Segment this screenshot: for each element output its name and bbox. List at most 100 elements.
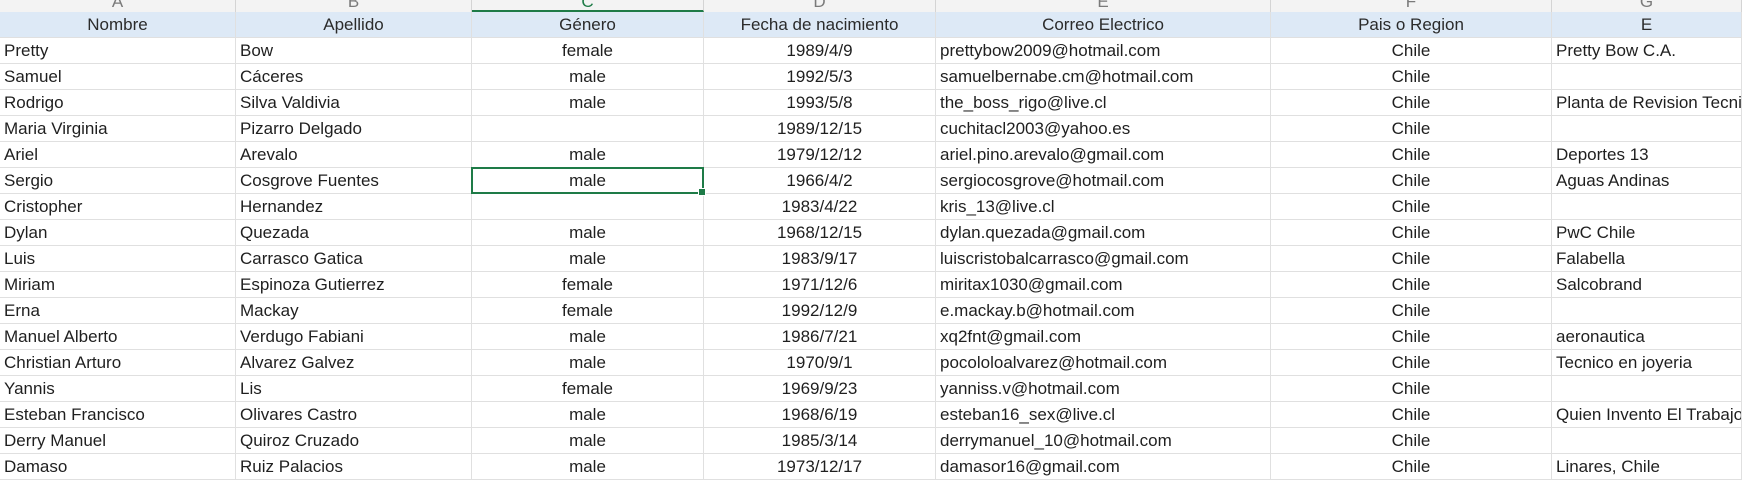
table-cell[interactable]: 1970/9/1 (704, 350, 936, 376)
table-cell[interactable]: sergiocosgrove@hotmail.com (936, 168, 1271, 194)
table-cell[interactable]: Pretty Bow C.A. (1552, 38, 1742, 64)
column-header-e[interactable]: E (936, 0, 1271, 12)
table-cell[interactable]: Chile (1271, 142, 1552, 168)
table-cell[interactable]: Hernandez (236, 194, 472, 220)
header-cell[interactable]: Fecha de nacimiento (704, 12, 936, 38)
table-cell[interactable]: 1992/5/3 (704, 64, 936, 90)
table-cell[interactable]: male (472, 90, 704, 116)
table-cell[interactable]: Chile (1271, 168, 1552, 194)
table-cell[interactable]: Quezada (236, 220, 472, 246)
table-cell[interactable]: Christian Arturo (0, 350, 236, 376)
table-cell[interactable]: 1989/4/9 (704, 38, 936, 64)
table-cell[interactable]: 1971/12/6 (704, 272, 936, 298)
table-cell[interactable]: Manuel Alberto (0, 324, 236, 350)
table-cell[interactable] (472, 116, 704, 142)
table-cell[interactable]: male (472, 324, 704, 350)
table-cell[interactable]: Chile (1271, 324, 1552, 350)
table-cell[interactable]: male (472, 350, 704, 376)
table-cell[interactable]: Cáceres (236, 64, 472, 90)
table-cell[interactable]: Espinoza Gutierrez (236, 272, 472, 298)
table-cell[interactable]: male (472, 402, 704, 428)
table-cell[interactable]: male (472, 64, 704, 90)
table-cell[interactable]: Cristopher (0, 194, 236, 220)
table-cell[interactable]: Chile (1271, 454, 1552, 480)
table-cell[interactable]: 1993/5/8 (704, 90, 936, 116)
table-cell[interactable]: male (472, 142, 704, 168)
table-cell[interactable]: Lis (236, 376, 472, 402)
table-cell[interactable]: Planta de Revision Tecnica (1552, 90, 1742, 116)
table-cell[interactable]: Esteban Francisco (0, 402, 236, 428)
table-cell[interactable]: Sergio (0, 168, 236, 194)
table-cell[interactable] (472, 194, 704, 220)
table-cell[interactable]: the_boss_rigo@live.cl (936, 90, 1271, 116)
table-cell[interactable]: Chile (1271, 350, 1552, 376)
table-cell[interactable]: female (472, 272, 704, 298)
table-cell[interactable]: Tecnico en joyeria (1552, 350, 1742, 376)
table-cell[interactable]: Bow (236, 38, 472, 64)
table-cell[interactable]: Olivares Castro (236, 402, 472, 428)
table-cell[interactable]: Verdugo Fabiani (236, 324, 472, 350)
table-cell[interactable]: female (472, 376, 704, 402)
column-header-d[interactable]: D (704, 0, 936, 12)
table-cell[interactable]: Deportes 13 (1552, 142, 1742, 168)
table-cell[interactable]: cuchitacl2003@yahoo.es (936, 116, 1271, 142)
table-cell[interactable]: Pizarro Delgado (236, 116, 472, 142)
table-cell[interactable]: PwC Chile (1552, 220, 1742, 246)
table-cell[interactable]: 1973/12/17 (704, 454, 936, 480)
column-header-c[interactable]: C (472, 0, 704, 12)
table-cell[interactable] (1552, 116, 1742, 142)
table-cell[interactable]: samuelbernabe.cm@hotmail.com (936, 64, 1271, 90)
table-cell[interactable]: yanniss.v@hotmail.com (936, 376, 1271, 402)
table-cell[interactable]: Aguas Andinas (1552, 168, 1742, 194)
table-cell[interactable]: Chile (1271, 64, 1552, 90)
table-cell[interactable]: Chile (1271, 38, 1552, 64)
table-cell[interactable]: Chile (1271, 428, 1552, 454)
table-cell[interactable]: Maria Virginia (0, 116, 236, 142)
header-cell[interactable]: Pais o Region (1271, 12, 1552, 38)
table-cell[interactable]: Arevalo (236, 142, 472, 168)
table-cell[interactable] (1552, 194, 1742, 220)
table-cell[interactable]: male (472, 246, 704, 272)
table-cell[interactable]: Chile (1271, 298, 1552, 324)
table-cell[interactable]: miritax1030@gmail.com (936, 272, 1271, 298)
table-cell[interactable]: Chile (1271, 402, 1552, 428)
table-cell[interactable]: Miriam (0, 272, 236, 298)
table-cell[interactable] (1552, 64, 1742, 90)
table-cell[interactable]: luiscristobalcarrasco@gmail.com (936, 246, 1271, 272)
table-cell[interactable]: ariel.pino.arevalo@gmail.com (936, 142, 1271, 168)
table-cell[interactable]: xq2fnt@gmail.com (936, 324, 1271, 350)
table-cell[interactable]: Linares, Chile (1552, 454, 1742, 480)
table-cell[interactable]: 1983/4/22 (704, 194, 936, 220)
table-cell[interactable]: 1986/7/21 (704, 324, 936, 350)
spreadsheet-grid[interactable]: A B C D E F G Nombre Apellido Género Fecha de nac… (0, 0, 1742, 486)
column-header-b[interactable]: B (236, 0, 472, 12)
table-cell[interactable]: 1968/12/15 (704, 220, 936, 246)
table-cell[interactable]: male (472, 168, 704, 194)
table-cell[interactable]: Erna (0, 298, 236, 324)
table-cell[interactable]: 1979/12/12 (704, 142, 936, 168)
table-cell[interactable]: Chile (1271, 90, 1552, 116)
table-cell[interactable]: Chile (1271, 376, 1552, 402)
table-cell[interactable]: 1968/6/19 (704, 402, 936, 428)
table-cell[interactable] (1552, 428, 1742, 454)
table-cell[interactable]: 1985/3/14 (704, 428, 936, 454)
header-cell[interactable]: Nombre (0, 12, 236, 38)
table-cell[interactable]: Chile (1271, 272, 1552, 298)
table-cell[interactable]: male (472, 220, 704, 246)
table-cell[interactable]: esteban16_sex@live.cl (936, 402, 1271, 428)
table-cell[interactable] (1552, 298, 1742, 324)
table-cell[interactable]: Damaso (0, 454, 236, 480)
column-header-f[interactable]: F (1271, 0, 1552, 12)
table-cell[interactable]: Chile (1271, 220, 1552, 246)
table-cell[interactable]: 1966/4/2 (704, 168, 936, 194)
table-cell[interactable]: male (472, 428, 704, 454)
column-header-g[interactable]: G (1552, 0, 1742, 12)
table-cell[interactable]: Pretty (0, 38, 236, 64)
table-cell[interactable]: Quiroz Cruzado (236, 428, 472, 454)
table-cell[interactable]: Chile (1271, 116, 1552, 142)
table-cell[interactable]: pocololoalvarez@hotmail.com (936, 350, 1271, 376)
table-cell[interactable]: female (472, 298, 704, 324)
header-cell[interactable]: E (1552, 12, 1742, 38)
table-cell[interactable]: aeronautica (1552, 324, 1742, 350)
table-cell[interactable]: e.mackay.b@hotmail.com (936, 298, 1271, 324)
